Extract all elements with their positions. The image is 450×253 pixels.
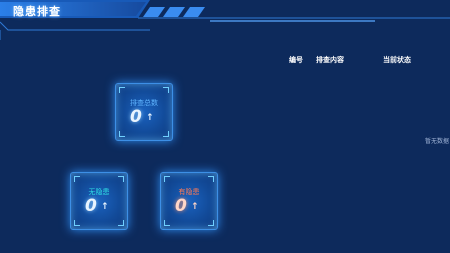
stat-label-has-hazard: 有隐患 (178, 188, 200, 196)
stat-value-no-hazard: 0 (85, 196, 97, 216)
corner-decoration (119, 131, 125, 137)
column-header-content: 排查内容 (316, 56, 344, 64)
corner-decoration (163, 87, 169, 93)
hazard-check-panel: 隐患排查 编号 排查内容 当前状态 暂无数据 排查总数 0 ↑ 无隐患 0 ↑ … (0, 0, 450, 253)
corner-decoration (164, 176, 170, 182)
corner-decoration (208, 176, 214, 182)
corner-decoration (208, 220, 214, 226)
corner-decoration (118, 220, 124, 226)
stat-card-no-hazard: 无隐患 0 ↑ (70, 172, 128, 230)
corner-decoration (119, 87, 125, 93)
stat-value-total: 0 (130, 107, 142, 127)
arrow-up-icon: ↑ (101, 202, 109, 212)
empty-table-text: 暂无数据 (425, 138, 450, 145)
arrow-up-icon: ↑ (191, 202, 199, 212)
corner-decoration (74, 176, 80, 182)
stat-value-has-hazard: 0 (175, 196, 187, 216)
stat-label-no-hazard: 无隐患 (88, 188, 110, 196)
stat-label-total: 排查总数 (130, 99, 158, 107)
column-header-status: 当前状态 (383, 56, 411, 64)
header-decoration (0, 0, 450, 40)
arrow-up-icon: ↑ (146, 113, 154, 123)
stat-card-total: 排查总数 0 ↑ (115, 83, 173, 141)
panel-title: 隐患排查 (13, 5, 61, 18)
corner-decoration (118, 176, 124, 182)
corner-decoration (163, 131, 169, 137)
corner-decoration (74, 220, 80, 226)
corner-decoration (164, 220, 170, 226)
column-header-id: 编号 (289, 56, 303, 64)
stat-card-has-hazard: 有隐患 0 ↑ (160, 172, 218, 230)
